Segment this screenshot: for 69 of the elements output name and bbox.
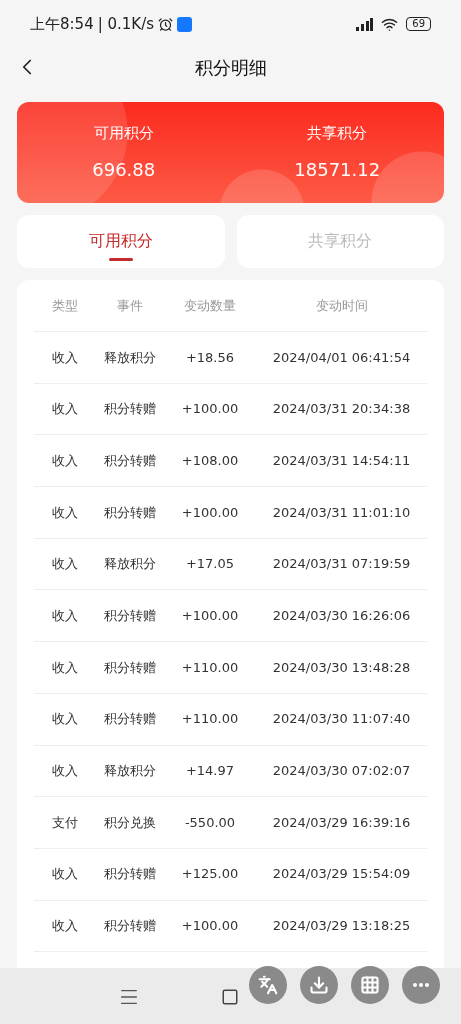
table-cell-text: 2024/03/29 15:54:09 <box>272 865 411 884</box>
download-icon <box>309 975 329 995</box>
table-cell-text: +110.00 <box>181 710 239 729</box>
table-cell-text: 积分转赠 <box>104 451 156 470</box>
table-cell-text: 收入 <box>52 348 78 367</box>
table-cell-text: 积分转赠 <box>104 503 156 522</box>
table-cell-text: 2024/03/29 16:39:16 <box>272 813 411 832</box>
table-cell-text: 释放积分 <box>104 348 156 367</box>
table-cell-text: 2024/03/30 11:07:40 <box>272 710 411 729</box>
table-cell-text: 收入 <box>52 658 78 677</box>
network-speed: | 0.1K/s <box>97 13 155 35</box>
table-cell-text: 积分转赠 <box>104 710 156 729</box>
summary-value: 18571.12 <box>294 158 381 183</box>
summary-label: 共享积分 <box>307 122 368 144</box>
table-cell-text: 2024/04/01 06:41:54 <box>272 348 411 367</box>
table-cell-text: 收入 <box>52 865 78 884</box>
table-cell-text: 积分转赠 <box>104 917 156 936</box>
table-cell-text: +14.97 <box>185 762 235 781</box>
table-cell-text: +100.00 <box>181 607 239 626</box>
table-cell-text: +100.00 <box>181 917 239 936</box>
app-icon <box>177 16 193 32</box>
table-cell-text: +108.00 <box>181 451 239 470</box>
page-title: 积分明细 <box>194 55 267 80</box>
tab[interactable]: 可用积分 <box>17 215 225 268</box>
table-cell-text: 2024/03/31 11:01:10 <box>272 503 411 522</box>
table-cell-text: 2024/03/31 20:34:38 <box>272 400 411 419</box>
table-cell-text: 释放积分 <box>104 555 156 574</box>
signal-icon <box>355 17 374 31</box>
table-cell-text: 积分转赠 <box>104 865 156 884</box>
table-cell-text: 收入 <box>52 400 78 419</box>
translate-icon <box>258 975 278 995</box>
battery-indicator: 69 <box>406 17 431 31</box>
table-cell-text: 收入 <box>52 917 78 936</box>
column-header: 类型 <box>52 296 78 315</box>
table-cell-text: +18.56 <box>185 348 235 367</box>
table-cell-text: +125.00 <box>181 865 239 884</box>
table-cell-text: 收入 <box>52 607 78 626</box>
table-cell-text: +100.00 <box>181 503 239 522</box>
table-cell-text: -550.00 <box>184 813 236 832</box>
table-cell-text: 2024/03/29 13:18:25 <box>272 917 411 936</box>
alarm-icon <box>158 16 174 32</box>
table-cell-text: 收入 <box>52 451 78 470</box>
table-cell-text: 收入 <box>52 710 78 729</box>
table-cell-text: +110.00 <box>181 658 239 677</box>
table-cell-text: 2024/03/30 07:02:07 <box>272 762 411 781</box>
status-time: 上午8:54 <box>30 13 94 35</box>
more-icon <box>413 983 429 987</box>
table-cell-text: 积分兑换 <box>104 813 156 832</box>
table-cell-text: 收入 <box>52 555 78 574</box>
column-header: 变动时间 <box>315 296 368 315</box>
table-cell-text: 2024/03/31 07:19:59 <box>272 555 411 574</box>
table-cell-text: 收入 <box>52 503 78 522</box>
summary-label: 可用积分 <box>93 122 154 144</box>
table-cell-text: 支付 <box>52 813 78 832</box>
table-cell-text: 2024/03/30 16:26:06 <box>272 607 411 626</box>
table-cell-text: +17.05 <box>185 555 235 574</box>
column-header: 事件 <box>117 296 143 315</box>
table-cell-text: 2024/03/31 14:54:11 <box>272 451 411 470</box>
grid-icon <box>360 975 380 995</box>
table-cell-text: 收入 <box>52 762 78 781</box>
column-header: 变动数量 <box>184 296 236 315</box>
table-cell-text: 积分转赠 <box>104 658 156 677</box>
table-cell-text: +100.00 <box>181 400 239 419</box>
table-cell-text: 积分转赠 <box>104 400 156 419</box>
table-cell-text: 积分转赠 <box>104 607 156 626</box>
table-cell-text: 释放积分 <box>104 762 156 781</box>
home-icon[interactable] <box>221 988 239 1006</box>
summary-value: 696.88 <box>92 158 156 183</box>
table-cell-text: 2024/03/30 13:48:28 <box>272 658 411 677</box>
